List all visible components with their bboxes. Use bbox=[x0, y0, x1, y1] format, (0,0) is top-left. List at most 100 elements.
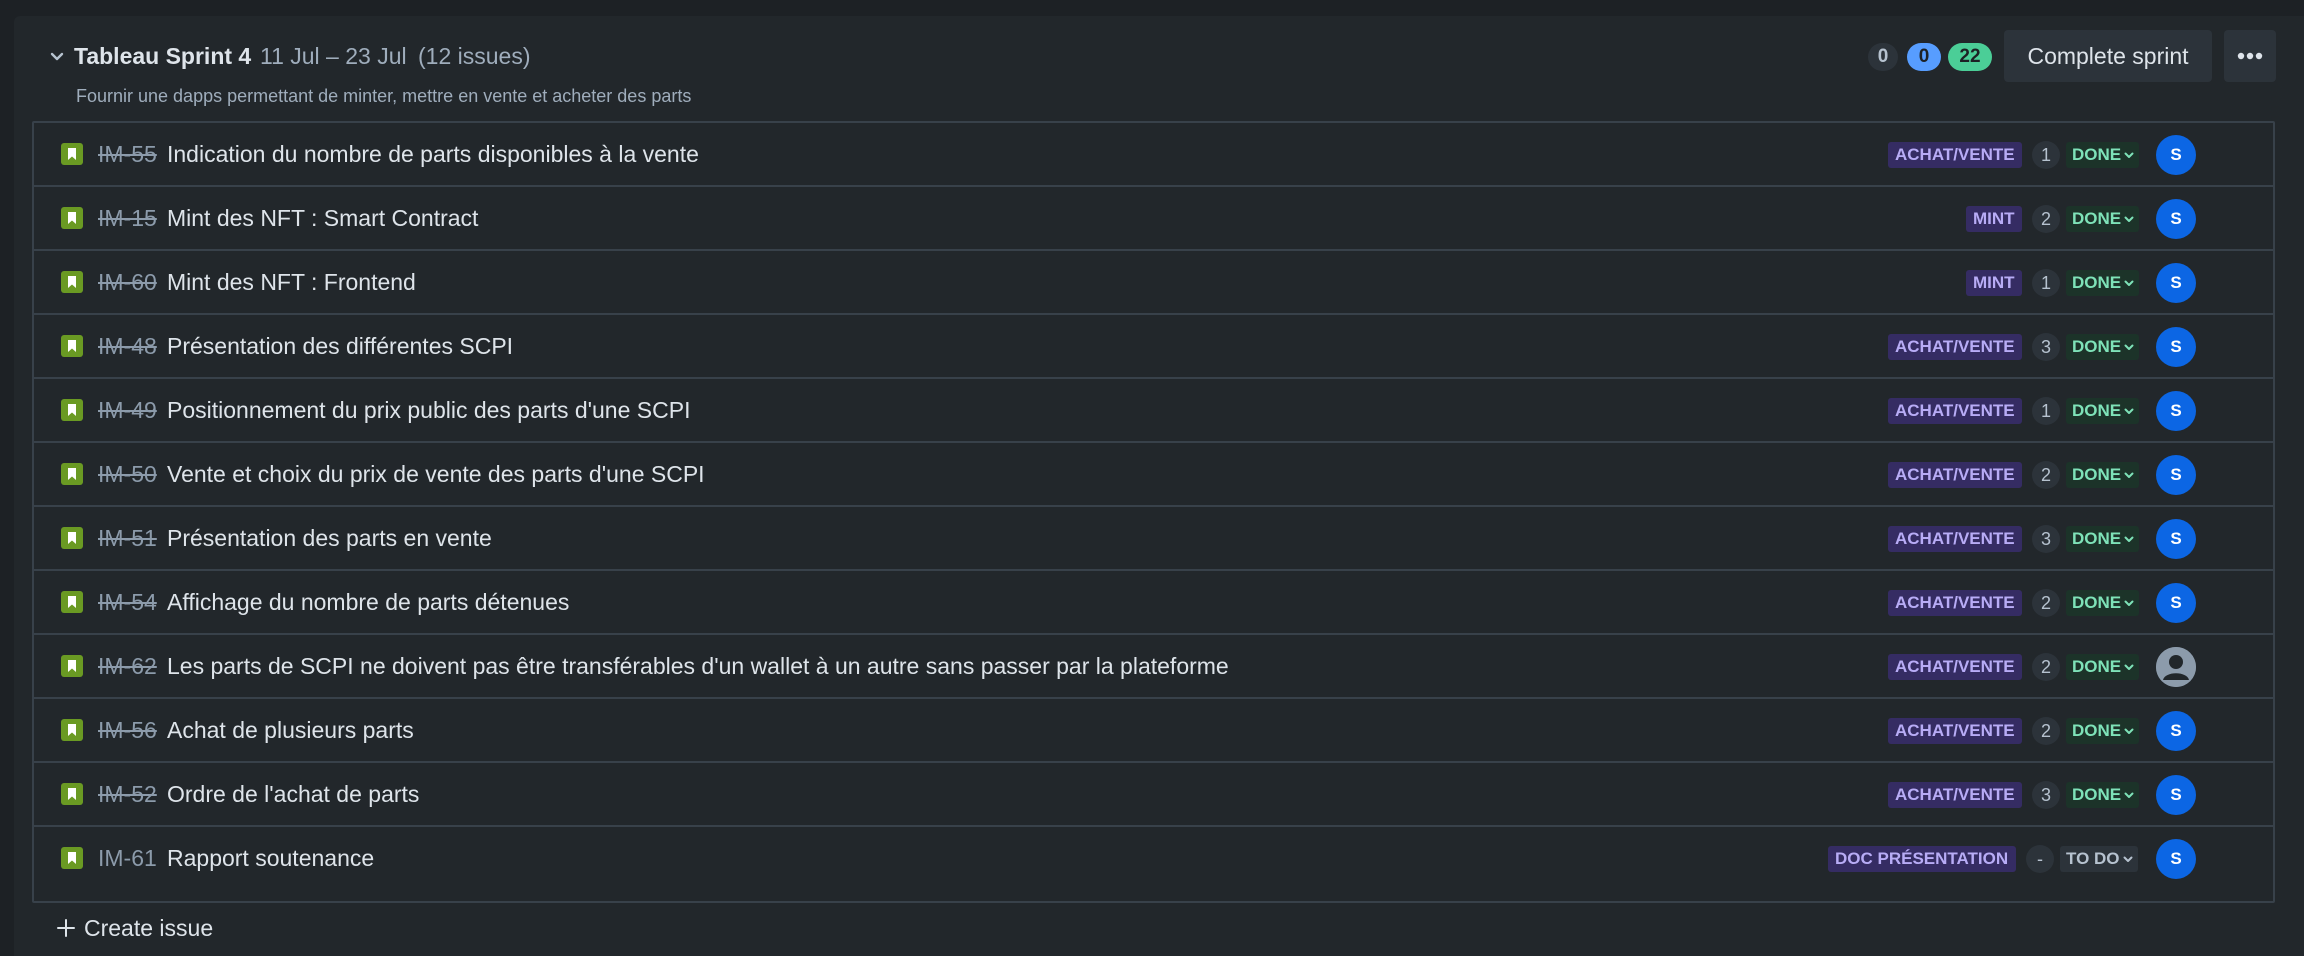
complete-sprint-button[interactable]: Complete sprint bbox=[2004, 30, 2212, 82]
chevron-down-icon bbox=[2124, 344, 2134, 350]
issue-key[interactable]: IM-55 bbox=[98, 139, 157, 169]
status-dropdown[interactable]: DONE bbox=[2066, 334, 2140, 360]
story-points[interactable]: 1 bbox=[2032, 397, 2060, 425]
create-issue-label: Create issue bbox=[84, 915, 214, 941]
issue-row[interactable]: IM-61 Rapport soutenance DOC PRÉSENTATIO… bbox=[34, 827, 2273, 887]
epic-label[interactable]: MINT bbox=[1966, 206, 2022, 232]
issue-key[interactable]: IM-50 bbox=[98, 459, 157, 489]
status-dropdown[interactable]: DONE bbox=[2066, 654, 2140, 680]
status-label: DONE bbox=[2072, 529, 2122, 548]
story-points[interactable]: 3 bbox=[2032, 781, 2060, 809]
status-dropdown[interactable]: DONE bbox=[2066, 526, 2140, 552]
sprint-panel: Tableau Sprint 4 11 Jul – 23 Jul (12 iss… bbox=[14, 16, 2304, 956]
issue-row[interactable]: IM-62 Les parts de SCPI ne doivent pas ê… bbox=[34, 635, 2273, 699]
assignee-avatar[interactable]: S bbox=[2156, 135, 2196, 175]
story-points[interactable]: - bbox=[2026, 845, 2054, 873]
status-dropdown[interactable]: DONE bbox=[2066, 782, 2140, 808]
epic-label[interactable]: MINT bbox=[1966, 270, 2022, 296]
issue-summary[interactable]: Présentation des parts en vente bbox=[167, 523, 492, 553]
epic-label[interactable]: ACHAT/VENTE bbox=[1888, 398, 2022, 424]
story-points[interactable]: 2 bbox=[2032, 653, 2060, 681]
issue-key[interactable]: IM-52 bbox=[98, 779, 157, 809]
status-label: DONE bbox=[2072, 209, 2122, 228]
issue-key[interactable]: IM-49 bbox=[98, 395, 157, 425]
issue-row[interactable]: IM-56 Achat de plusieurs parts ACHAT/VEN… bbox=[34, 699, 2273, 763]
status-dropdown[interactable]: DONE bbox=[2066, 270, 2140, 296]
issue-summary[interactable]: Les parts de SCPI ne doivent pas être tr… bbox=[167, 651, 1229, 681]
status-dropdown[interactable]: DONE bbox=[2066, 206, 2140, 232]
chevron-down-icon[interactable] bbox=[46, 46, 68, 68]
assignee-avatar[interactable]: S bbox=[2156, 583, 2196, 623]
issue-key[interactable]: IM-54 bbox=[98, 587, 157, 617]
epic-label[interactable]: ACHAT/VENTE bbox=[1888, 590, 2022, 616]
epic-label[interactable]: ACHAT/VENTE bbox=[1888, 782, 2022, 808]
story-points[interactable]: 3 bbox=[2032, 525, 2060, 553]
issue-key[interactable]: IM-15 bbox=[98, 203, 157, 233]
epic-label[interactable]: DOC PRÉSENTATION bbox=[1828, 846, 2016, 872]
issue-summary[interactable]: Ordre de l'achat de parts bbox=[167, 779, 419, 809]
status-label: DONE bbox=[2072, 593, 2122, 612]
issue-summary[interactable]: Achat de plusieurs parts bbox=[167, 715, 414, 745]
status-dropdown[interactable]: TO DO bbox=[2060, 846, 2138, 872]
issue-summary[interactable]: Mint des NFT : Smart Contract bbox=[167, 203, 478, 233]
story-points[interactable]: 2 bbox=[2032, 589, 2060, 617]
issue-summary[interactable]: Indication du nombre de parts disponible… bbox=[167, 139, 699, 169]
issue-row[interactable]: IM-50 Vente et choix du prix de vente de… bbox=[34, 443, 2273, 507]
issue-row[interactable]: IM-55 Indication du nombre de parts disp… bbox=[34, 123, 2273, 187]
issue-row[interactable]: IM-15 Mint des NFT : Smart Contract MINT… bbox=[34, 187, 2273, 251]
issue-row[interactable]: IM-54 Affichage du nombre de parts déten… bbox=[34, 571, 2273, 635]
issue-summary[interactable]: Positionnement du prix public des parts … bbox=[167, 395, 690, 425]
assignee-avatar[interactable]: S bbox=[2156, 455, 2196, 495]
story-points[interactable]: 3 bbox=[2032, 333, 2060, 361]
status-dropdown[interactable]: DONE bbox=[2066, 590, 2140, 616]
issue-row[interactable]: IM-60 Mint des NFT : Frontend MINT 1 DON… bbox=[34, 251, 2273, 315]
story-points[interactable]: 1 bbox=[2032, 269, 2060, 297]
assignee-avatar[interactable]: S bbox=[2156, 839, 2196, 879]
status-dropdown[interactable]: DONE bbox=[2066, 142, 2140, 168]
sprint-dates: 11 Jul – 23 Jul bbox=[260, 43, 407, 69]
issue-summary[interactable]: Mint des NFT : Frontend bbox=[167, 267, 416, 297]
status-dropdown[interactable]: DONE bbox=[2066, 462, 2140, 488]
assignee-avatar[interactable]: S bbox=[2156, 199, 2196, 239]
chevron-down-icon bbox=[2124, 408, 2134, 414]
issue-row[interactable]: IM-49 Positionnement du prix public des … bbox=[34, 379, 2273, 443]
story-points[interactable]: 2 bbox=[2032, 461, 2060, 489]
story-icon bbox=[61, 399, 83, 421]
issue-summary[interactable]: Vente et choix du prix de vente des part… bbox=[167, 459, 705, 489]
sprint-title[interactable]: Tableau Sprint 4 bbox=[74, 40, 251, 72]
issue-key[interactable]: IM-62 bbox=[98, 651, 157, 681]
epic-label[interactable]: ACHAT/VENTE bbox=[1888, 142, 2022, 168]
issue-key[interactable]: IM-60 bbox=[98, 267, 157, 297]
chevron-down-icon bbox=[2124, 152, 2134, 158]
epic-label[interactable]: ACHAT/VENTE bbox=[1888, 718, 2022, 744]
create-issue-button[interactable]: Create issue bbox=[56, 910, 213, 946]
story-icon bbox=[61, 591, 83, 613]
unassigned-avatar[interactable] bbox=[2156, 647, 2196, 687]
assignee-avatar[interactable]: S bbox=[2156, 711, 2196, 751]
epic-label[interactable]: ACHAT/VENTE bbox=[1888, 526, 2022, 552]
issue-row[interactable]: IM-51 Présentation des parts en vente AC… bbox=[34, 507, 2273, 571]
issue-key[interactable]: IM-48 bbox=[98, 331, 157, 361]
issue-key[interactable]: IM-56 bbox=[98, 715, 157, 745]
issue-summary[interactable]: Rapport soutenance bbox=[167, 843, 374, 873]
issue-key[interactable]: IM-61 bbox=[98, 843, 157, 873]
story-points[interactable]: 2 bbox=[2032, 717, 2060, 745]
issue-row[interactable]: IM-48 Présentation des différentes SCPI … bbox=[34, 315, 2273, 379]
issue-summary[interactable]: Présentation des différentes SCPI bbox=[167, 331, 513, 361]
epic-label[interactable]: ACHAT/VENTE bbox=[1888, 334, 2022, 360]
story-points[interactable]: 2 bbox=[2032, 205, 2060, 233]
assignee-avatar[interactable]: S bbox=[2156, 775, 2196, 815]
status-dropdown[interactable]: DONE bbox=[2066, 718, 2140, 744]
assignee-avatar[interactable]: S bbox=[2156, 391, 2196, 431]
issue-row[interactable]: IM-52 Ordre de l'achat de parts ACHAT/VE… bbox=[34, 763, 2273, 827]
epic-label[interactable]: ACHAT/VENTE bbox=[1888, 462, 2022, 488]
issue-summary[interactable]: Affichage du nombre de parts détenues bbox=[167, 587, 569, 617]
assignee-avatar[interactable]: S bbox=[2156, 263, 2196, 303]
assignee-avatar[interactable]: S bbox=[2156, 327, 2196, 367]
assignee-avatar[interactable]: S bbox=[2156, 519, 2196, 559]
more-actions-button[interactable] bbox=[2224, 30, 2276, 82]
issue-key[interactable]: IM-51 bbox=[98, 523, 157, 553]
status-dropdown[interactable]: DONE bbox=[2066, 398, 2140, 424]
epic-label[interactable]: ACHAT/VENTE bbox=[1888, 654, 2022, 680]
story-points[interactable]: 1 bbox=[2032, 141, 2060, 169]
